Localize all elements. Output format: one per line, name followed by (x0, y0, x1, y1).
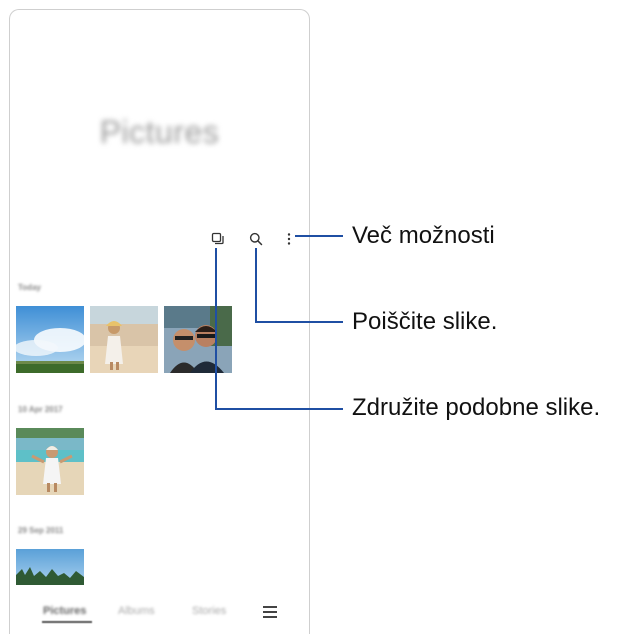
callout-group-similar: Združite podobne slike. (352, 394, 601, 421)
callout-more-options: Več možnosti (352, 222, 495, 249)
callout-lines (215, 235, 343, 410)
callout-search: Poiščite slike. (352, 308, 498, 335)
